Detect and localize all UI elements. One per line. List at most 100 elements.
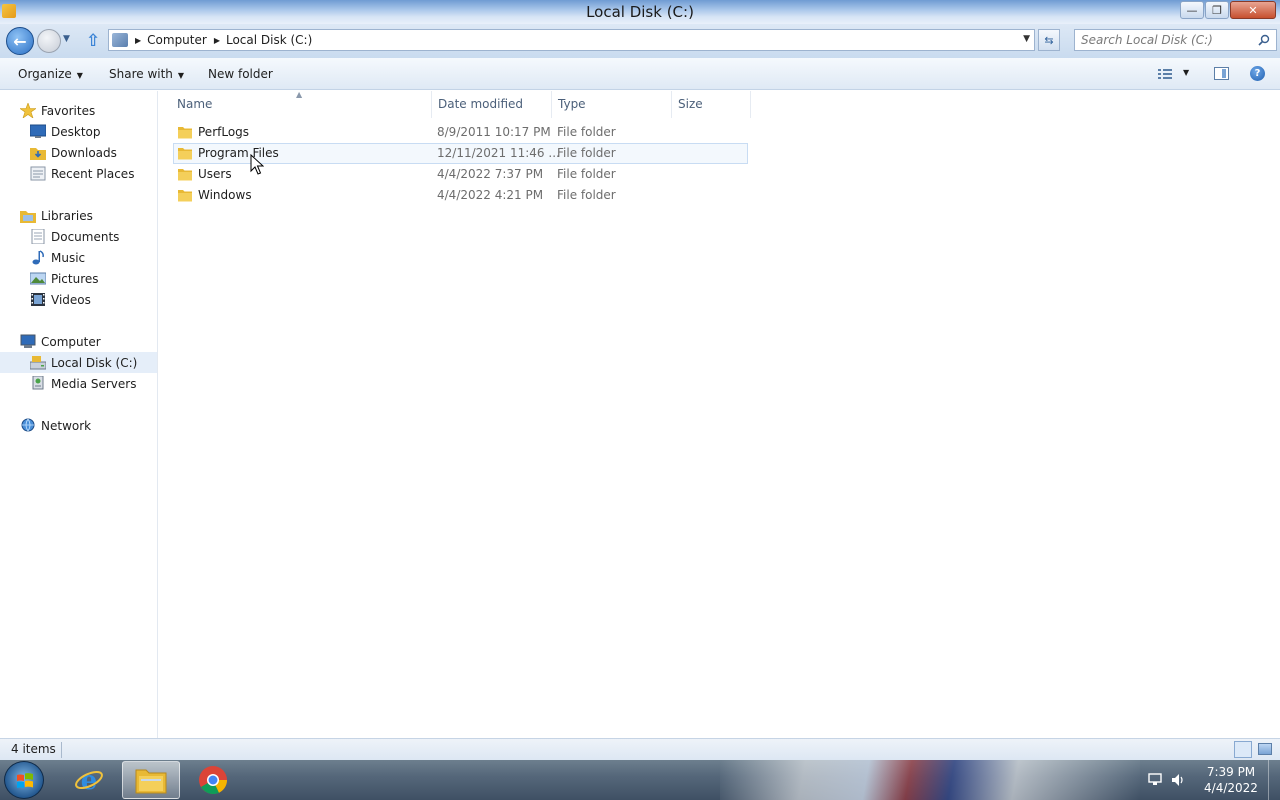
organize-button[interactable]: Organize ▼ xyxy=(18,67,83,81)
file-type: File folder xyxy=(557,146,616,160)
nav-pictures[interactable]: Pictures xyxy=(0,268,157,289)
internet-explorer-icon: e xyxy=(75,766,103,795)
chevron-down-icon: ▼ xyxy=(76,71,83,80)
file-date-modified: 12/11/2021 11:46 ... xyxy=(437,146,560,160)
documents-icon xyxy=(31,229,45,244)
downloads-folder-icon xyxy=(30,148,46,160)
nav-favorites[interactable]: Favorites xyxy=(0,100,157,121)
desktop-icon xyxy=(30,124,46,138)
details-view-button[interactable] xyxy=(1234,741,1252,758)
nav-media-servers[interactable]: Media Servers xyxy=(0,373,157,394)
nav-documents[interactable]: Documents xyxy=(0,226,157,247)
taskbar-internet-explorer[interactable]: e xyxy=(60,761,118,799)
start-button[interactable] xyxy=(4,761,44,799)
change-view-dropdown[interactable]: ▼ xyxy=(1183,68,1189,77)
nav-downloads[interactable]: Downloads xyxy=(0,142,157,163)
minimize-button[interactable]: — xyxy=(1180,1,1204,19)
title-bar[interactable]: Local Disk (C:) — ❐ ✕ xyxy=(0,0,1280,24)
column-divider[interactable] xyxy=(551,91,552,118)
maximize-button[interactable]: ❐ xyxy=(1205,1,1229,19)
taskbar-file-explorer[interactable] xyxy=(122,761,180,799)
breadcrumb-local-disk[interactable]: Local Disk (C:) xyxy=(226,33,312,47)
nav-local-disk[interactable]: Local Disk (C:) xyxy=(0,352,157,373)
file-date-modified: 4/4/2022 7:37 PM xyxy=(437,167,544,181)
file-date-modified: 4/4/2022 4:21 PM xyxy=(437,188,544,202)
mouse-cursor-icon xyxy=(250,154,264,175)
clock[interactable]: 7:39 PM 4/4/2022 xyxy=(1196,764,1266,796)
help-icon[interactable]: ? xyxy=(1250,66,1265,81)
window-title: Local Disk (C:) xyxy=(586,3,694,21)
nav-desktop[interactable]: Desktop xyxy=(0,121,157,142)
folder-icon xyxy=(178,169,192,181)
column-header-type[interactable]: Type xyxy=(558,97,586,111)
nav-network-label: Network xyxy=(41,418,92,433)
share-with-label: Share with xyxy=(109,67,173,81)
music-note-icon xyxy=(32,250,44,265)
nav-network[interactable]: Network xyxy=(0,415,157,436)
search-input[interactable] xyxy=(1081,30,1251,50)
file-type: File folder xyxy=(557,167,616,181)
nav-media-servers-label: Media Servers xyxy=(51,376,137,391)
wallpaper-strip xyxy=(720,760,1140,800)
file-list: ▲ Name Date modified Type Size PerfLogs … xyxy=(159,90,1280,738)
windows-logo-icon xyxy=(17,773,33,788)
column-header-date-modified[interactable]: Date modified xyxy=(438,97,523,111)
show-desktop-button[interactable] xyxy=(1268,760,1280,800)
column-header-size[interactable]: Size xyxy=(678,97,703,111)
libraries-icon xyxy=(20,211,36,223)
column-divider[interactable] xyxy=(431,91,432,118)
nav-music[interactable]: Music xyxy=(0,247,157,268)
nav-computer[interactable]: Computer xyxy=(0,331,157,352)
address-bar[interactable]: ▶ Computer ▶ Local Disk (C:) ▼ xyxy=(108,29,1035,51)
computer-icon xyxy=(20,334,36,348)
nav-recent-places[interactable]: Recent Places xyxy=(0,163,157,184)
chevron-right-icon[interactable]: ▶ xyxy=(135,36,141,45)
organize-label: Organize xyxy=(18,67,72,81)
taskbar: e 7:39 PM 4/4/2022 xyxy=(0,760,1280,800)
refresh-button[interactable]: ⇆ xyxy=(1038,29,1060,51)
search-box[interactable] xyxy=(1074,29,1277,51)
new-folder-button[interactable]: New folder xyxy=(208,67,273,81)
column-header-name[interactable]: Name xyxy=(177,97,212,111)
navigation-bar: ← ▼ ⇧ ▶ Computer ▶ Local Disk (C:) ▼ ⇆ xyxy=(0,24,1280,58)
chevron-down-icon: ▼ xyxy=(177,71,185,80)
forward-button[interactable] xyxy=(37,29,61,53)
network-icon xyxy=(21,418,35,432)
file-date-modified: 8/9/2011 10:17 PM xyxy=(437,125,551,139)
network-status-icon[interactable] xyxy=(1148,773,1162,787)
command-bar: Organize ▼ Share with ▼ New folder ▼ ? xyxy=(0,58,1280,90)
column-divider[interactable] xyxy=(750,91,751,118)
file-row-windows[interactable]: Windows 4/4/2022 4:21 PM File folder xyxy=(173,185,748,206)
file-row-perflogs[interactable]: PerfLogs 8/9/2011 10:17 PM File folder xyxy=(173,122,748,143)
column-divider[interactable] xyxy=(671,91,672,118)
nav-downloads-label: Downloads xyxy=(51,145,117,160)
nav-videos[interactable]: Videos xyxy=(0,289,157,310)
address-dropdown[interactable]: ▼ xyxy=(1023,34,1030,44)
refresh-icon: ⇆ xyxy=(1044,33,1054,47)
clock-date: 4/4/2022 xyxy=(1204,781,1258,795)
volume-icon[interactable] xyxy=(1171,773,1185,787)
share-with-button[interactable]: Share with ▼ xyxy=(109,67,184,81)
search-icon[interactable] xyxy=(1258,34,1270,46)
close-button[interactable]: ✕ xyxy=(1230,1,1276,19)
preview-pane-button[interactable] xyxy=(1214,67,1229,80)
nav-libraries[interactable]: Libraries xyxy=(0,205,157,226)
chevron-right-icon[interactable]: ▶ xyxy=(214,36,220,45)
up-button[interactable]: ⇧ xyxy=(86,31,100,51)
recent-pages-dropdown[interactable]: ▼ xyxy=(63,34,70,44)
back-button[interactable]: ← xyxy=(6,27,34,55)
file-type: File folder xyxy=(557,125,616,139)
system-tray: 7:39 PM 4/4/2022 xyxy=(1140,760,1280,800)
breadcrumb-computer[interactable]: Computer xyxy=(147,33,207,47)
status-bar: 4 items xyxy=(0,738,1280,760)
pictures-icon xyxy=(30,272,46,285)
nav-desktop-label: Desktop xyxy=(51,124,101,139)
file-type: File folder xyxy=(557,188,616,202)
large-icons-view-button[interactable] xyxy=(1258,743,1272,755)
file-name: Users xyxy=(198,167,232,181)
file-name: Windows xyxy=(198,188,252,202)
change-view-icon[interactable] xyxy=(1158,68,1172,80)
nav-recent-places-label: Recent Places xyxy=(51,166,135,181)
up-arrow-icon: ⇧ xyxy=(86,31,101,51)
taskbar-chrome[interactable] xyxy=(184,761,242,799)
